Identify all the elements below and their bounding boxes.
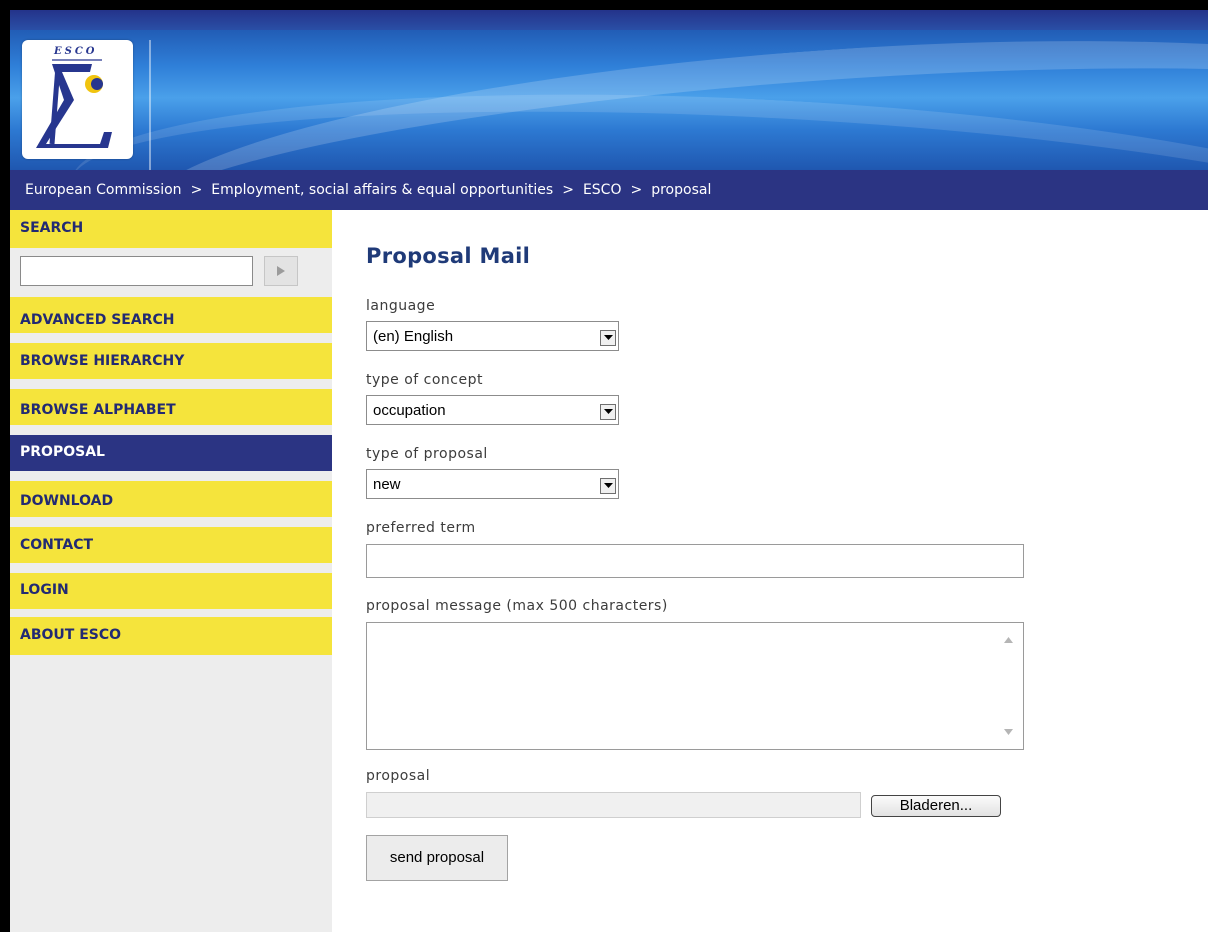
concept-type-select[interactable]: occupation <box>366 395 619 425</box>
language-select[interactable]: (en) English <box>366 321 619 351</box>
proposal-type-select-value: new <box>373 476 401 493</box>
preferred-term-label: preferred term <box>366 520 476 536</box>
page-title: Proposal Mail <box>366 244 531 268</box>
preferred-term-input[interactable] <box>366 544 1024 578</box>
scroll-up-icon[interactable] <box>1004 637 1013 643</box>
esco-logo-mark <box>36 59 112 148</box>
language-label: language <box>366 298 436 314</box>
sidebar-item-login[interactable]: LOGIN <box>10 573 332 609</box>
language-select-value: (en) English <box>373 328 454 345</box>
proposal-message-label: proposal message (max 500 characters) <box>366 598 668 614</box>
breadcrumb-item-esco[interactable]: ESCO <box>583 182 622 198</box>
breadcrumb: European Commission > Employment, social a… <box>25 182 711 198</box>
sidebar-item-advanced-search[interactable]: ADVANCED SEARCH <box>10 297 332 333</box>
proposal-type-select[interactable]: new <box>366 469 619 499</box>
sidebar-item-browse-hierarchy[interactable]: BROWSE HIERARCHY <box>10 343 332 379</box>
sidebar-item-download[interactable]: DOWNLOAD <box>10 481 332 517</box>
breadcrumb-bar: European Commission > Employment, social a… <box>10 170 1208 210</box>
sidebar: SEARCH ADVANCED SEARCH BROWSE HIERARCHY … <box>10 210 332 932</box>
sidebar-item-browse-alphabet[interactable]: BROWSE ALPHABET <box>10 389 332 425</box>
banner-divider <box>149 40 151 170</box>
send-proposal-button[interactable]: send proposal <box>366 835 508 881</box>
search-submit-button[interactable] <box>264 256 298 286</box>
breadcrumb-item-proposal: proposal <box>651 182 712 198</box>
sidebar-item-about-esco[interactable]: ABOUT ESCO <box>10 617 332 655</box>
proposal-file-field[interactable] <box>366 792 861 818</box>
banner-top-stripe <box>10 10 1208 30</box>
breadcrumb-item-employment[interactable]: Employment, social affairs & equal oppor… <box>211 182 553 198</box>
proposal-file-label: proposal <box>366 768 431 784</box>
search-input[interactable] <box>20 256 253 286</box>
sidebar-item-contact[interactable]: CONTACT <box>10 527 332 563</box>
play-arrow-icon <box>277 266 285 276</box>
concept-type-select-value: occupation <box>373 402 446 419</box>
scroll-down-icon[interactable] <box>1004 729 1013 735</box>
proposal-message-textarea[interactable] <box>366 622 1024 750</box>
chevron-down-icon[interactable] <box>600 404 616 420</box>
sidebar-search-header: SEARCH <box>10 210 332 248</box>
sidebar-item-proposal[interactable]: PROPOSAL <box>10 435 332 471</box>
breadcrumb-separator: > <box>562 182 574 198</box>
breadcrumb-separator: > <box>190 182 203 198</box>
chevron-down-icon[interactable] <box>600 478 616 494</box>
concept-type-label: type of concept <box>366 372 483 388</box>
breadcrumb-item-european-commission[interactable]: European Commission <box>25 182 182 198</box>
browse-button[interactable]: Bladeren... <box>871 795 1001 817</box>
chevron-down-icon[interactable] <box>600 330 616 346</box>
esco-logo[interactable]: ESCO <box>22 40 133 159</box>
header-banner <box>10 10 1208 170</box>
proposal-type-label: type of proposal <box>366 446 488 462</box>
breadcrumb-separator: > <box>630 182 643 198</box>
